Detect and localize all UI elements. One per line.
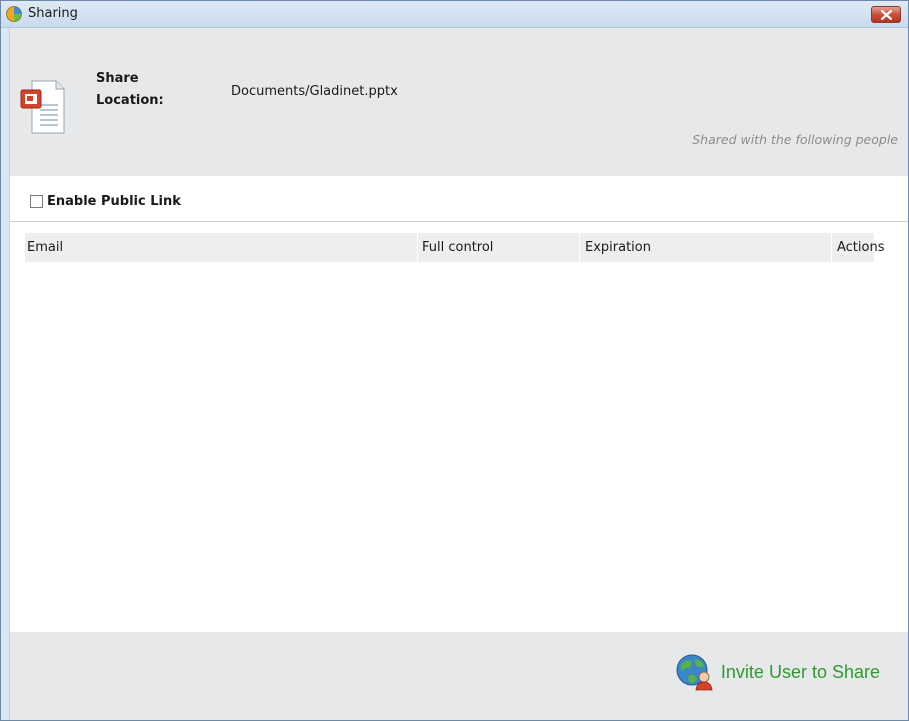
shared-with-caption: Shared with the following people [692, 132, 898, 147]
column-header-email[interactable]: Email [25, 233, 417, 262]
shares-table-header: Email Full control Expiration Actions [25, 233, 885, 262]
share-content: Enable Public Link Email Full control Ex… [10, 176, 908, 632]
column-header-actions[interactable]: Actions [831, 233, 885, 262]
dialog-footer: Invite User to Share [10, 632, 908, 720]
sharing-dialog: Sharing Share Location: Documents/Gladin… [0, 0, 909, 721]
app-logo-icon [6, 6, 22, 22]
enable-public-link-toggle[interactable]: Enable Public Link [30, 194, 181, 209]
enable-public-link-checkbox[interactable] [30, 195, 43, 208]
column-header-expiration[interactable]: Expiration [579, 233, 831, 262]
share-label-line1: Share [96, 71, 139, 86]
close-button[interactable] [871, 6, 901, 23]
divider [10, 221, 908, 222]
window-left-edge [1, 28, 10, 720]
invite-user-label[interactable]: Invite User to Share [721, 662, 880, 683]
share-path: Documents/Gladinet.pptx [231, 84, 398, 99]
column-header-full-control[interactable]: Full control [417, 233, 579, 262]
share-header: Share Location: Documents/Gladinet.pptx … [10, 28, 908, 176]
powerpoint-file-icon [20, 80, 65, 134]
close-icon [881, 10, 892, 20]
title-bar: Sharing [1, 1, 908, 28]
enable-public-link-label[interactable]: Enable Public Link [47, 194, 181, 209]
share-label-line2: Location: [96, 93, 164, 108]
invite-user-button[interactable]: Invite User to Share [675, 653, 880, 691]
invite-user-globe-icon [676, 654, 713, 691]
window-title: Sharing [28, 6, 78, 21]
share-location-label: Share Location: [96, 68, 186, 112]
